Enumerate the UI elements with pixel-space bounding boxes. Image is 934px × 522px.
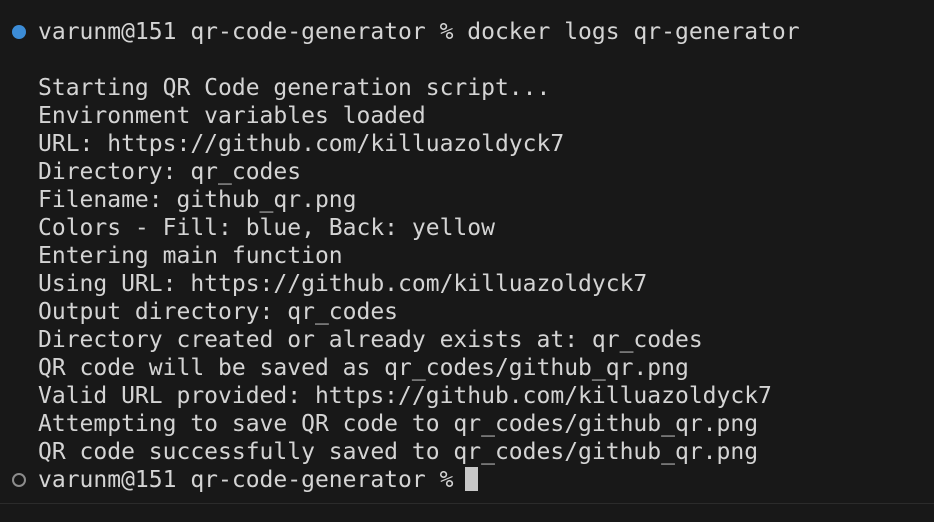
output-line: Directory created or already exists at: …: [38, 327, 703, 353]
panel-divider: [0, 503, 934, 504]
output-line: Valid URL provided: https://github.com/k…: [38, 383, 772, 409]
output-line: Filename: github_qr.png: [38, 187, 357, 213]
terminal-panel[interactable]: varunm@151 qr-code-generator % docker lo…: [0, 0, 934, 522]
prompt-pending-marker-icon[interactable]: [12, 473, 26, 487]
output-line: Using URL: https://github.com/killuazold…: [38, 271, 648, 297]
command-success-marker-icon[interactable]: [12, 25, 26, 39]
output-line: QR code will be saved as qr_codes/github…: [38, 355, 689, 381]
output-line: Directory: qr_codes: [38, 159, 302, 185]
command-line: varunm@151 qr-code-generator % docker lo…: [38, 19, 800, 45]
output-line: Entering main function: [38, 243, 343, 269]
terminal-cursor: [465, 467, 479, 491]
current-prompt: varunm@151 qr-code-generator %: [38, 467, 454, 493]
current-prompt-line[interactable]: varunm@151 qr-code-generator %: [38, 466, 479, 494]
output-line: Colors - Fill: blue, Back: yellow: [38, 215, 495, 241]
output-line: Attempting to save QR code to qr_codes/g…: [38, 411, 759, 437]
output-line: Output directory: qr_codes: [38, 299, 399, 325]
output-line: Environment variables loaded: [38, 103, 426, 129]
output-line: Starting QR Code generation script...: [38, 75, 551, 101]
output-line: URL: https://github.com/killuazoldyck7: [38, 131, 565, 157]
output-line: QR code successfully saved to qr_codes/g…: [38, 439, 759, 465]
